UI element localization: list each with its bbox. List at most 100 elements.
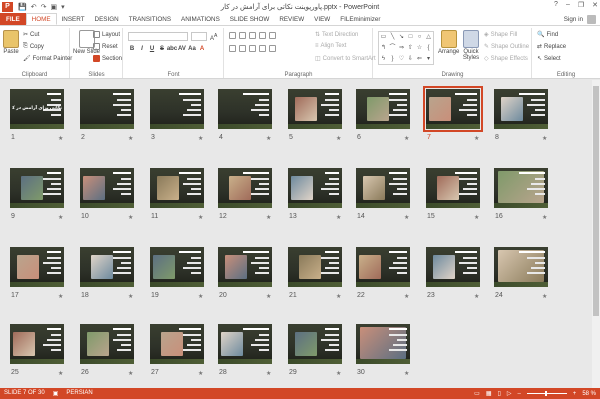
zoom-in-button[interactable]: + — [573, 391, 577, 397]
transition-star-icon[interactable]: ★ — [542, 293, 547, 300]
slide-thumbnail[interactable] — [426, 247, 480, 287]
slide-thumbnail[interactable] — [494, 168, 548, 208]
minimize-button[interactable]: – — [566, 1, 570, 9]
slide-thumbnail[interactable] — [10, 324, 64, 364]
tab-fileminimizer[interactable]: FILEminimizer — [335, 13, 385, 25]
oval-shape-icon[interactable]: ○ — [415, 32, 424, 43]
transition-star-icon[interactable]: ★ — [336, 293, 341, 300]
slide-thumbnail[interactable] — [288, 168, 342, 208]
find-button[interactable]: 🔍 Find — [537, 31, 558, 39]
slide-thumbnail[interactable] — [10, 168, 64, 208]
transition-star-icon[interactable]: ★ — [266, 214, 271, 221]
slide-thumbnail[interactable] — [218, 324, 272, 364]
square-shape-icon[interactable]: □ — [406, 32, 415, 43]
slide-thumbnail[interactable] — [356, 324, 410, 364]
bold-button[interactable]: B — [128, 45, 136, 53]
avatar-icon[interactable] — [587, 15, 596, 24]
redo-icon[interactable]: ↷ — [41, 3, 47, 11]
strikethrough-button[interactable]: S — [158, 45, 166, 53]
character-spacing-button[interactable]: AV — [178, 45, 186, 53]
rectangle-shape-icon[interactable]: ▭ — [379, 32, 388, 43]
transition-star-icon[interactable]: ★ — [198, 370, 203, 377]
text-shadow-button[interactable]: abc — [167, 45, 177, 53]
slideshow-view-icon[interactable]: ▷ — [507, 390, 512, 397]
slide-thumbnail[interactable] — [150, 168, 204, 208]
transition-star-icon[interactable]: ★ — [474, 214, 479, 221]
columns-icon[interactable] — [269, 45, 276, 52]
transition-star-icon[interactable]: ★ — [198, 214, 203, 221]
slide-thumbnail[interactable] — [150, 89, 204, 129]
close-button[interactable]: ✕ — [592, 1, 598, 9]
slide-thumbnail[interactable] — [426, 168, 480, 208]
align-text-button[interactable]: ≡ Align Text — [315, 43, 346, 49]
triangle-shape-icon[interactable]: △ — [424, 32, 433, 43]
transition-star-icon[interactable]: ★ — [404, 135, 409, 142]
slide-thumbnail[interactable] — [288, 89, 342, 129]
transition-star-icon[interactable]: ★ — [336, 370, 341, 377]
transition-star-icon[interactable]: ★ — [266, 293, 271, 300]
reading-view-icon[interactable]: ▯ — [498, 390, 501, 397]
star-shape-icon[interactable]: ☆ — [415, 43, 424, 54]
transition-star-icon[interactable]: ★ — [128, 135, 133, 142]
zoom-slider-knob[interactable] — [544, 391, 547, 396]
start-from-beginning-icon[interactable]: ▣ — [50, 3, 57, 11]
down-arrow-shape-icon[interactable]: ⇩ — [406, 54, 415, 65]
transition-star-icon[interactable]: ★ — [58, 214, 63, 221]
sign-in-link[interactable]: Sign in — [564, 16, 583, 23]
slide-thumbnail[interactable] — [356, 89, 410, 129]
transition-star-icon[interactable]: ★ — [58, 370, 63, 377]
lightning-shape-icon[interactable]: ϟ — [379, 54, 388, 65]
paste-button[interactable]: Paste — [3, 30, 19, 55]
save-icon[interactable]: 💾 — [18, 3, 27, 11]
font-color-button[interactable]: A — [198, 45, 206, 53]
slide-thumbnail[interactable] — [218, 89, 272, 129]
scrollbar-thumb[interactable] — [593, 86, 599, 316]
slide-thumbnail[interactable] — [150, 247, 204, 287]
align-center-icon[interactable] — [239, 45, 246, 52]
transition-star-icon[interactable]: ★ — [474, 135, 479, 142]
transition-star-icon[interactable]: ★ — [266, 370, 271, 377]
curve-shape-icon[interactable]: ⌒ — [388, 43, 397, 54]
slide-thumbnail[interactable] — [80, 247, 134, 287]
slide-thumbnail[interactable] — [494, 247, 548, 287]
bracket-shape-icon[interactable]: } — [388, 54, 397, 65]
justify-icon[interactable] — [259, 45, 266, 52]
restore-button[interactable]: ❐ — [578, 1, 584, 9]
section-button[interactable]: Section — [93, 55, 122, 62]
slide-thumbnail[interactable] — [288, 247, 342, 287]
transition-star-icon[interactable]: ★ — [404, 293, 409, 300]
quick-styles-button[interactable]: Quick Styles — [461, 30, 481, 61]
tab-insert[interactable]: INSERT — [57, 13, 90, 25]
format-painter-button[interactable]: 🖌 Format Painter — [23, 55, 72, 63]
zoom-slider[interactable] — [526, 391, 567, 396]
transition-star-icon[interactable]: ★ — [128, 293, 133, 300]
more-shapes-icon[interactable]: ▾ — [424, 54, 433, 65]
slide-sorter-view-icon[interactable]: ▦ — [486, 390, 492, 397]
slide-thumbnail[interactable] — [423, 86, 483, 132]
slide-thumbnail[interactable] — [356, 247, 410, 287]
slide-thumbnail[interactable] — [494, 89, 548, 129]
arrow-shape-icon[interactable]: ↘ — [397, 32, 406, 43]
right-arrow-shape-icon[interactable]: ⇒ — [397, 43, 406, 54]
transition-star-icon[interactable]: ★ — [128, 214, 133, 221]
slide-thumbnail[interactable] — [150, 324, 204, 364]
transition-star-icon[interactable]: ★ — [198, 135, 203, 142]
line-spacing-icon[interactable] — [269, 32, 276, 39]
customize-qat-icon[interactable]: ▾ — [61, 3, 65, 11]
tab-animations[interactable]: ANIMATIONS — [176, 13, 225, 25]
slide-thumbnail[interactable] — [356, 168, 410, 208]
tab-design[interactable]: DESIGN — [90, 13, 124, 25]
transition-star-icon[interactable]: ★ — [58, 293, 63, 300]
left-arrow-shape-icon[interactable]: ⇐ — [415, 54, 424, 65]
slide-thumbnail[interactable] — [80, 89, 134, 129]
font-name-combo[interactable] — [128, 32, 188, 41]
transition-star-icon[interactable]: ★ — [474, 293, 479, 300]
tab-home[interactable]: HOME — [25, 13, 57, 25]
align-right-icon[interactable] — [249, 45, 256, 52]
up-arrow-shape-icon[interactable]: ⇧ — [406, 43, 415, 54]
tab-view[interactable]: VIEW — [309, 13, 335, 25]
numbering-icon[interactable] — [239, 32, 246, 39]
transition-star-icon[interactable]: ★ — [336, 214, 341, 221]
grow-font-button[interactable]: AA — [210, 33, 217, 42]
copy-button[interactable]: ⎘ Copy — [23, 43, 44, 50]
